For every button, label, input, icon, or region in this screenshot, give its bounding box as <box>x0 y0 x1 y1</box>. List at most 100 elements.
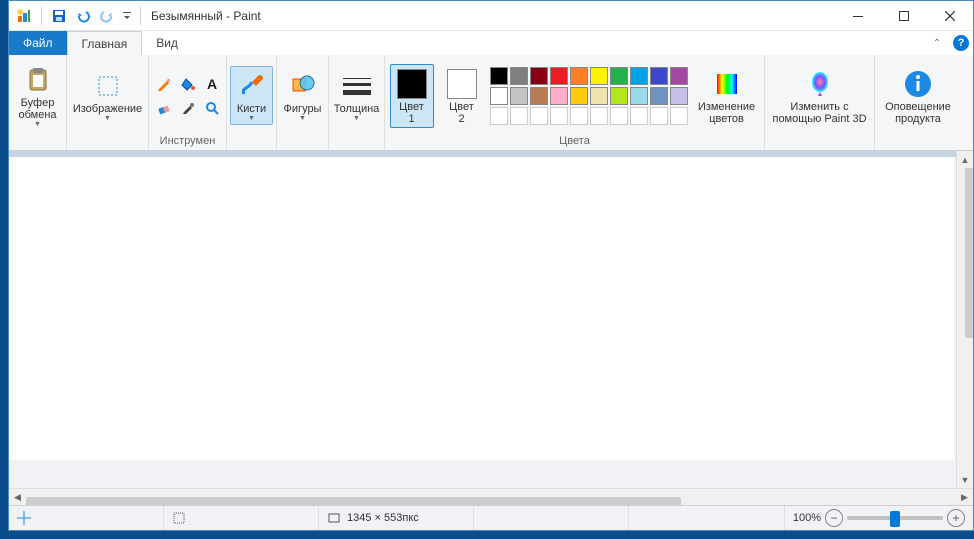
canvas[interactable] <box>9 157 954 460</box>
color-swatch-empty[interactable] <box>650 107 668 125</box>
color-swatch[interactable] <box>550 67 568 85</box>
group-shapes: Фигуры ▼ <box>277 55 329 150</box>
color-swatch-empty[interactable] <box>630 107 648 125</box>
eraser-tool[interactable] <box>153 97 175 119</box>
color-swatch[interactable] <box>610 87 628 105</box>
group-thickness: Толщина ▼ <box>329 55 385 150</box>
color-swatch-empty[interactable] <box>550 107 568 125</box>
shapes-icon <box>290 69 316 103</box>
color-swatch[interactable] <box>670 87 688 105</box>
color-swatch[interactable] <box>590 67 608 85</box>
status-cursor-position <box>9 506 164 530</box>
color-swatch-empty[interactable] <box>570 107 588 125</box>
color-swatch-empty[interactable] <box>490 107 508 125</box>
color-swatch[interactable] <box>530 67 548 85</box>
chevron-down-icon: ▼ <box>299 115 306 122</box>
tab-file[interactable]: Файл <box>9 31 67 55</box>
text-tool[interactable]: A <box>201 73 223 95</box>
color1-swatch <box>397 69 427 99</box>
select-button[interactable]: Изображение ▼ <box>66 66 149 125</box>
selection-icon <box>96 69 120 103</box>
color-swatch[interactable] <box>670 67 688 85</box>
scroll-up-icon[interactable]: ▲ <box>957 151 974 168</box>
color-swatch-empty[interactable] <box>670 107 688 125</box>
canvas-area: ▲ ▼ ◀ ▶ <box>9 151 973 505</box>
thickness-icon <box>343 69 371 103</box>
color-swatch[interactable] <box>630 87 648 105</box>
vertical-scrollbar[interactable]: ▲ ▼ <box>956 151 973 488</box>
zoom-slider[interactable] <box>847 516 943 520</box>
color-swatch[interactable] <box>550 87 568 105</box>
selection-size-icon <box>172 511 186 525</box>
close-button[interactable] <box>927 1 973 31</box>
magnifier-tool[interactable] <box>201 97 223 119</box>
brushes-button[interactable]: Кисти ▼ <box>230 66 273 125</box>
help-icon: ? <box>953 35 969 51</box>
status-filesize <box>474 506 629 530</box>
zoom-out-button[interactable]: − <box>825 509 843 527</box>
color-swatch-empty[interactable] <box>510 107 528 125</box>
help-button[interactable]: ? <box>949 31 973 55</box>
group-brushes: Кисти ▼ <box>227 55 277 150</box>
tab-home[interactable]: Главная <box>67 31 143 55</box>
scroll-left-icon[interactable]: ◀ <box>9 489 26 506</box>
tab-view[interactable]: Вид <box>142 31 192 55</box>
chevron-down-icon: ▼ <box>353 115 360 122</box>
quick-access-toolbar <box>13 5 145 27</box>
paint-app-icon[interactable] <box>13 5 35 27</box>
color-swatch[interactable] <box>590 87 608 105</box>
paint3d-button[interactable]: Изменить с помощью Paint 3D <box>765 64 873 128</box>
color-swatch[interactable] <box>490 67 508 85</box>
maximize-button[interactable] <box>881 1 927 31</box>
chevron-down-icon: ▼ <box>104 115 111 122</box>
color-swatch[interactable] <box>650 67 668 85</box>
color-swatch[interactable] <box>510 67 528 85</box>
color-swatch[interactable] <box>570 67 588 85</box>
qat-customize-icon[interactable] <box>120 5 134 27</box>
color-palette <box>490 67 688 125</box>
edit-colors-button[interactable]: Изменение цветов <box>694 64 760 128</box>
undo-icon[interactable] <box>72 5 94 27</box>
color-swatch[interactable] <box>570 87 588 105</box>
color-swatch[interactable] <box>530 87 548 105</box>
redo-icon[interactable] <box>96 5 118 27</box>
paste-button[interactable]: Буфер обмена ▼ <box>11 60 63 131</box>
zoom-in-button[interactable]: + <box>947 509 965 527</box>
scroll-right-icon[interactable]: ▶ <box>956 489 973 506</box>
color2-button[interactable]: Цвет 2 <box>440 64 484 128</box>
ribbon: Буфер обмена ▼ Изображение ▼ <box>9 55 973 151</box>
product-alert-button[interactable]: Оповещение продукта <box>878 64 958 128</box>
canvas-size-icon <box>327 511 341 525</box>
color-swatch[interactable] <box>610 67 628 85</box>
svg-text:A: A <box>207 76 217 92</box>
pencil-tool[interactable] <box>153 73 175 95</box>
zoom-level: 100% <box>793 512 821 524</box>
status-selection-size <box>164 506 319 530</box>
color-swatch[interactable] <box>650 87 668 105</box>
group-tools: A Инструмен <box>149 55 227 150</box>
fill-tool[interactable] <box>177 73 199 95</box>
save-icon[interactable] <box>48 5 70 27</box>
color-swatch-empty[interactable] <box>590 107 608 125</box>
scroll-down-icon[interactable]: ▼ <box>957 471 974 488</box>
color1-button[interactable]: Цвет 1 <box>390 64 434 128</box>
collapse-ribbon-icon[interactable]: ⌃ <box>925 31 949 55</box>
color-swatch[interactable] <box>510 87 528 105</box>
brush-icon <box>238 69 266 103</box>
info-icon <box>903 67 933 101</box>
title-bar: Безымянный - Paint <box>9 1 973 31</box>
paint3d-icon <box>806 67 834 101</box>
color-swatch[interactable] <box>490 87 508 105</box>
color-swatch-empty[interactable] <box>610 107 628 125</box>
color-picker-tool[interactable] <box>177 97 199 119</box>
group-colors: Цвет 1 Цвет 2 Изменение цветов Цвета <box>385 55 765 150</box>
color-swatch-empty[interactable] <box>530 107 548 125</box>
color-swatch[interactable] <box>630 67 648 85</box>
shapes-button[interactable]: Фигуры ▼ <box>277 66 329 125</box>
status-canvas-size: 1345 × 553пкс <box>319 506 474 530</box>
horizontal-scrollbar[interactable]: ◀ ▶ <box>9 488 973 505</box>
ribbon-tabs: Файл Главная Вид ⌃ ? <box>9 31 973 55</box>
thickness-button[interactable]: Толщина ▼ <box>327 66 387 125</box>
minimize-button[interactable] <box>835 1 881 31</box>
window-title: Безымянный - Paint <box>151 9 261 23</box>
